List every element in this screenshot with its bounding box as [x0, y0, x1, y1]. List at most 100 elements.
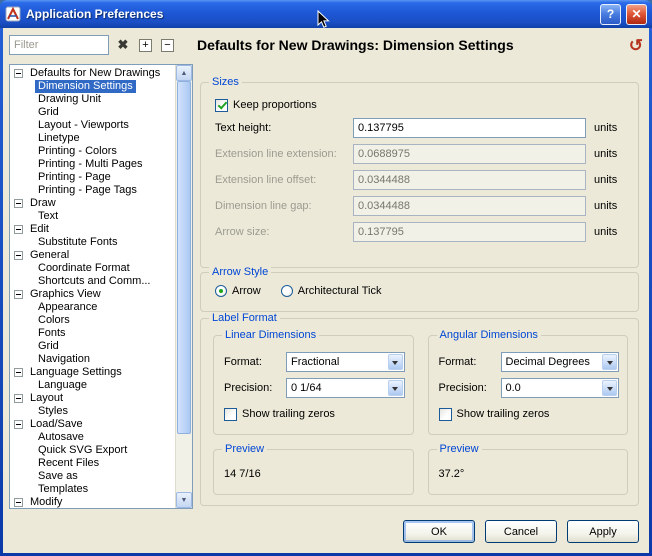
tree-item[interactable]: Dimension Settings — [10, 80, 175, 93]
tree-item[interactable]: Recent Files — [10, 457, 175, 470]
tree-item[interactable]: Save as — [10, 470, 175, 483]
checkbox-label: Keep proportions — [233, 99, 317, 111]
tree-item[interactable]: Shortcuts and Comm... — [10, 275, 175, 288]
linear-format-combo[interactable]: Fractional — [286, 352, 405, 372]
chevron-down-icon[interactable] — [602, 354, 617, 370]
clear-filter-icon[interactable]: ✖ — [114, 37, 132, 53]
tree-item[interactable]: Language Settings — [10, 366, 175, 379]
tree-item-label: Text — [35, 210, 61, 223]
tree-item-label: Grid — [35, 340, 62, 353]
tree-item[interactable]: General — [10, 249, 175, 262]
filter-input[interactable] — [9, 35, 109, 55]
chevron-down-icon[interactable] — [388, 354, 403, 370]
precision-label: Precision: — [224, 382, 286, 394]
tree-item[interactable]: Fonts — [10, 327, 175, 340]
application-preferences-window: Application Preferences ? ✕ ✖ + − Defaul… — [0, 0, 652, 556]
tree-item[interactable]: Templates — [10, 483, 175, 496]
linear-precision-combo[interactable]: 0 1/64 — [286, 378, 405, 398]
field-label: Extension line extension: — [215, 148, 353, 160]
tree-expander-icon[interactable] — [14, 368, 23, 377]
angular-format-combo[interactable]: Decimal Degrees — [501, 352, 620, 372]
settings-panel: Sizes Keep proportions Text height:units… — [200, 58, 641, 509]
angular-trailing-checkbox[interactable] — [439, 408, 452, 421]
tree-item[interactable]: Linetype — [10, 132, 175, 145]
tree-item-label: General — [27, 249, 72, 262]
format-label: Format: — [224, 356, 286, 368]
tree-scrollbar[interactable]: ▲ ▼ — [175, 65, 192, 508]
tree-item-label: Load/Save — [27, 418, 86, 431]
scrollbar-thumb[interactable] — [177, 81, 191, 434]
tree-item[interactable]: Load/Save — [10, 418, 175, 431]
close-button[interactable]: ✕ — [626, 4, 647, 25]
linear-dimensions-group: Linear Dimensions Format: Fractional Pr — [213, 335, 414, 435]
tree-item-label: Recent Files — [35, 457, 102, 470]
tree-item[interactable]: Layout - Viewports — [10, 119, 175, 132]
tree-item[interactable]: Layout — [10, 392, 175, 405]
help-button[interactable]: ? — [600, 4, 621, 25]
tree-expander-icon[interactable] — [14, 225, 23, 234]
chevron-down-icon[interactable] — [388, 380, 403, 396]
tree-item[interactable]: Edit — [10, 223, 175, 236]
tree-item[interactable]: Printing - Page Tags — [10, 184, 175, 197]
tree-expander-icon[interactable] — [14, 420, 23, 429]
keep-proportions-checkbox[interactable] — [215, 99, 228, 112]
tree-item[interactable]: Grid — [10, 340, 175, 353]
tree-item[interactable]: Styles — [10, 405, 175, 418]
chevron-down-icon[interactable] — [602, 380, 617, 396]
tree-item[interactable]: Defaults for New Drawings — [10, 67, 175, 80]
tree-item[interactable]: Modify — [10, 496, 175, 508]
reset-icon[interactable]: ↺ — [629, 37, 643, 54]
radio-option[interactable]: Architectural Tick — [281, 285, 382, 297]
combo-value: Decimal Degrees — [502, 353, 602, 371]
titlebar[interactable]: Application Preferences ? ✕ — [0, 0, 652, 28]
radio-label: Arrow — [232, 285, 261, 297]
combo-value: Fractional — [287, 353, 387, 371]
tree-item[interactable]: Colors — [10, 314, 175, 327]
radio-label: Architectural Tick — [298, 285, 382, 297]
scrollbar-track[interactable] — [176, 81, 192, 492]
tree-item[interactable]: Grid — [10, 106, 175, 119]
tree-item[interactable]: Autosave — [10, 431, 175, 444]
tree-item[interactable]: Printing - Multi Pages — [10, 158, 175, 171]
angular-precision-combo[interactable]: 0.0 — [501, 378, 620, 398]
tree-expander-icon[interactable] — [14, 69, 23, 78]
value-input — [353, 170, 586, 190]
tree-expander-icon[interactable] — [14, 251, 23, 260]
linear-trailing-zeros[interactable]: Show trailing zeros — [224, 404, 405, 424]
tree-item[interactable]: Printing - Colors — [10, 145, 175, 158]
tree-item-label: Substitute Fonts — [35, 236, 121, 249]
tree-item[interactable]: Appearance — [10, 301, 175, 314]
tree-expander-icon[interactable] — [14, 199, 23, 208]
ok-button[interactable]: OK — [403, 520, 475, 543]
tree-expander-icon[interactable] — [14, 394, 23, 403]
tree-item[interactable]: Quick SVG Export — [10, 444, 175, 457]
tree-item-label: Graphics View — [27, 288, 104, 301]
angular-preview-group: Preview 37.2° — [428, 449, 629, 495]
tree-item-label: Linetype — [35, 132, 83, 145]
tree-item[interactable]: Text — [10, 210, 175, 223]
group-caption: Angular Dimensions — [437, 329, 541, 341]
tree-expander-icon[interactable] — [14, 498, 23, 507]
tree-item[interactable]: Draw — [10, 197, 175, 210]
tree-item[interactable]: Graphics View — [10, 288, 175, 301]
tree-item[interactable]: Substitute Fonts — [10, 236, 175, 249]
collapse-all-icon[interactable]: − — [161, 39, 174, 52]
radio-option[interactable]: Arrow — [215, 285, 261, 297]
tree-item[interactable]: Language — [10, 379, 175, 392]
tree-item[interactable]: Printing - Page — [10, 171, 175, 184]
expand-all-icon[interactable]: + — [139, 39, 152, 52]
tree-item[interactable]: Drawing Unit — [10, 93, 175, 106]
tree-expander-icon[interactable] — [14, 290, 23, 299]
angular-trailing-zeros[interactable]: Show trailing zeros — [439, 404, 620, 424]
apply-button[interactable]: Apply — [567, 520, 639, 543]
tree-item[interactable]: Coordinate Format — [10, 262, 175, 275]
scroll-up-button[interactable]: ▲ — [176, 65, 192, 81]
field-label: Arrow size: — [215, 226, 353, 238]
tree-item[interactable]: Navigation — [10, 353, 175, 366]
scroll-down-button[interactable]: ▼ — [176, 492, 192, 508]
radio-icon — [215, 285, 227, 297]
keep-proportions[interactable]: Keep proportions — [215, 95, 628, 115]
value-input[interactable] — [353, 118, 586, 138]
linear-trailing-checkbox[interactable] — [224, 408, 237, 421]
cancel-button[interactable]: Cancel — [485, 520, 557, 543]
